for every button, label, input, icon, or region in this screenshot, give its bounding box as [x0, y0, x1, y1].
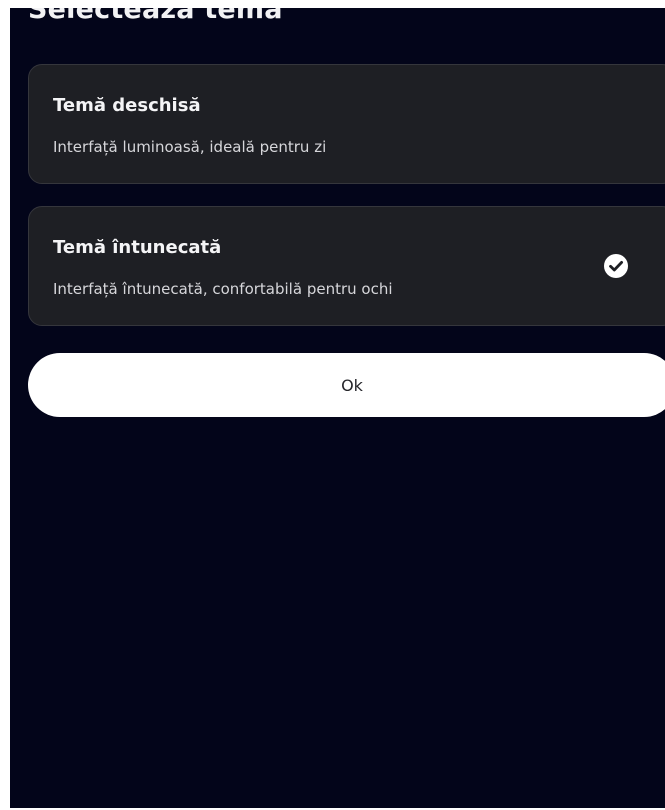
option-dark-theme[interactable]: Temă întunecată Interfață întunecată, co…: [28, 206, 665, 326]
option-title: Temă întunecată: [53, 237, 222, 258]
ok-button[interactable]: Ok: [28, 353, 665, 417]
option-description: Interfață întunecată, confortabilă pentr…: [53, 280, 393, 298]
option-light-theme[interactable]: Temă deschisă Interfață luminoasă, ideal…: [28, 64, 665, 184]
theme-selection-screen: Selectează tema Temă deschisă Interfață …: [10, 8, 665, 808]
option-description: Interfață luminoasă, ideală pentru zi: [53, 138, 327, 156]
dialog-title: Selectează tema: [28, 8, 283, 25]
checkmark-circle-icon: [604, 254, 628, 278]
option-title: Temă deschisă: [53, 95, 201, 116]
